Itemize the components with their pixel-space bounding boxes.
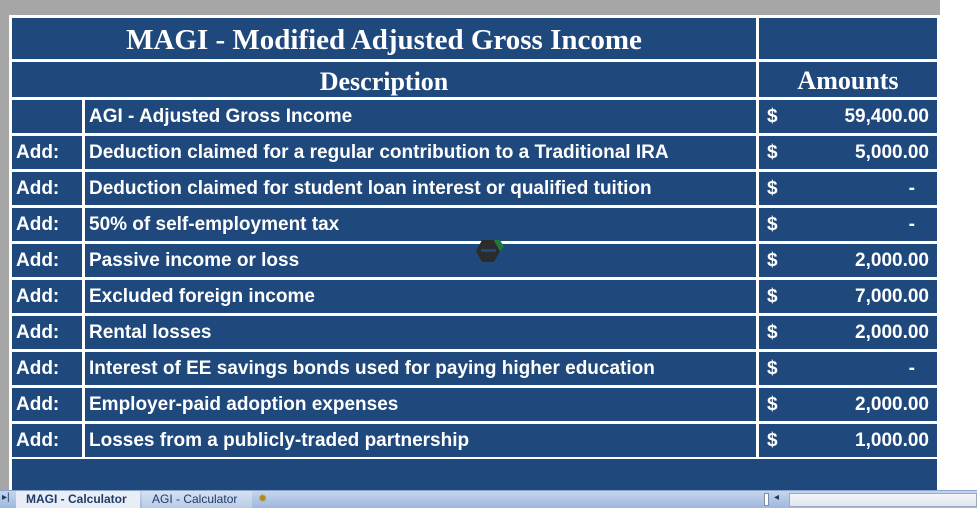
row-prefix[interactable]: Add: <box>12 244 82 277</box>
row-description[interactable]: AGI - Adjusted Gross Income <box>85 100 756 133</box>
row-description[interactable]: Losses from a publicly-traded partnershi… <box>85 424 756 457</box>
row-prefix[interactable] <box>12 100 82 133</box>
row-amount: 7,000.00 <box>855 286 929 307</box>
title-amount-cell[interactable] <box>759 18 937 59</box>
row-amount: 1,000.00 <box>855 430 929 451</box>
currency-symbol: $ <box>767 106 778 127</box>
currency-symbol: $ <box>767 286 778 307</box>
window-margin <box>940 0 977 490</box>
row-amount: 2,000.00 <box>855 250 929 271</box>
row-amount-cell[interactable]: $ - <box>759 352 937 385</box>
insert-sheet-icon[interactable]: ✹ <box>258 492 286 507</box>
row-amount: 5,000.00 <box>855 142 929 163</box>
row-prefix[interactable]: Add: <box>12 352 82 385</box>
row-prefix[interactable]: Add: <box>12 424 82 457</box>
row-amount: 2,000.00 <box>855 394 929 415</box>
watermark-logo-icon <box>476 240 504 262</box>
row-amount: 59,400.00 <box>844 106 929 127</box>
sheet-tab-bar: ▸| MAGI - Calculator AGI - Calculator ✹ … <box>0 490 977 508</box>
tab-magi-calculator[interactable]: MAGI - Calculator <box>16 491 140 508</box>
currency-symbol: $ <box>767 250 778 271</box>
row-amount-cell[interactable]: $7,000.00 <box>759 280 937 313</box>
row-description[interactable]: 50% of self-employment tax <box>85 208 756 241</box>
currency-symbol: $ <box>767 358 778 379</box>
row-amount-cell[interactable]: $ - <box>759 172 937 205</box>
row-description[interactable]: Excluded foreign income <box>85 280 756 313</box>
currency-symbol: $ <box>767 142 778 163</box>
row-prefix[interactable]: Add: <box>12 388 82 421</box>
row-prefix[interactable]: Add: <box>12 208 82 241</box>
row-amount-cell[interactable]: $2,000.00 <box>759 244 937 277</box>
description-header: Description <box>12 62 756 97</box>
row-prefix[interactable]: Add: <box>12 172 82 205</box>
row-description[interactable]: Deduction claimed for student loan inter… <box>85 172 756 205</box>
scroll-left-icon[interactable]: ◂ <box>774 492 779 503</box>
row-amount: - <box>908 358 915 379</box>
row-amount: - <box>908 178 915 199</box>
currency-symbol: $ <box>767 322 778 343</box>
row-amount-cell[interactable]: $59,400.00 <box>759 100 937 133</box>
currency-symbol: $ <box>767 214 778 235</box>
currency-symbol: $ <box>767 430 778 451</box>
currency-symbol: $ <box>767 178 778 199</box>
row-amount-cell[interactable]: $5,000.00 <box>759 136 937 169</box>
row-amount: 2,000.00 <box>855 322 929 343</box>
row-description[interactable]: Employer-paid adoption expenses <box>85 388 756 421</box>
tab-split-handle[interactable] <box>764 493 769 506</box>
row-amount-cell[interactable]: $ - <box>759 208 937 241</box>
row-amount-cell[interactable]: $2,000.00 <box>759 388 937 421</box>
row-amount-cell[interactable]: $2,000.00 <box>759 316 937 349</box>
row-description[interactable]: Passive income or loss <box>85 244 756 277</box>
currency-symbol: $ <box>767 394 778 415</box>
footer-row[interactable] <box>12 459 937 491</box>
tab-scroll-icon[interactable]: ▸| <box>2 492 10 503</box>
sheet-title: MAGI - Modified Adjusted Gross Income <box>12 18 756 59</box>
tab-agi-calculator[interactable]: AGI - Calculator <box>142 491 252 508</box>
row-description[interactable]: Deduction claimed for a regular contribu… <box>85 136 756 169</box>
amounts-header: Amounts <box>759 62 937 97</box>
row-prefix[interactable]: Add: <box>12 136 82 169</box>
horizontal-scrollbar[interactable] <box>789 493 977 507</box>
row-description[interactable]: Rental losses <box>85 316 756 349</box>
row-amount: - <box>908 214 915 235</box>
row-prefix[interactable]: Add: <box>12 316 82 349</box>
row-amount-cell[interactable]: $1,000.00 <box>759 424 937 457</box>
row-prefix[interactable]: Add: <box>12 280 82 313</box>
row-description[interactable]: Interest of EE savings bonds used for pa… <box>85 352 756 385</box>
